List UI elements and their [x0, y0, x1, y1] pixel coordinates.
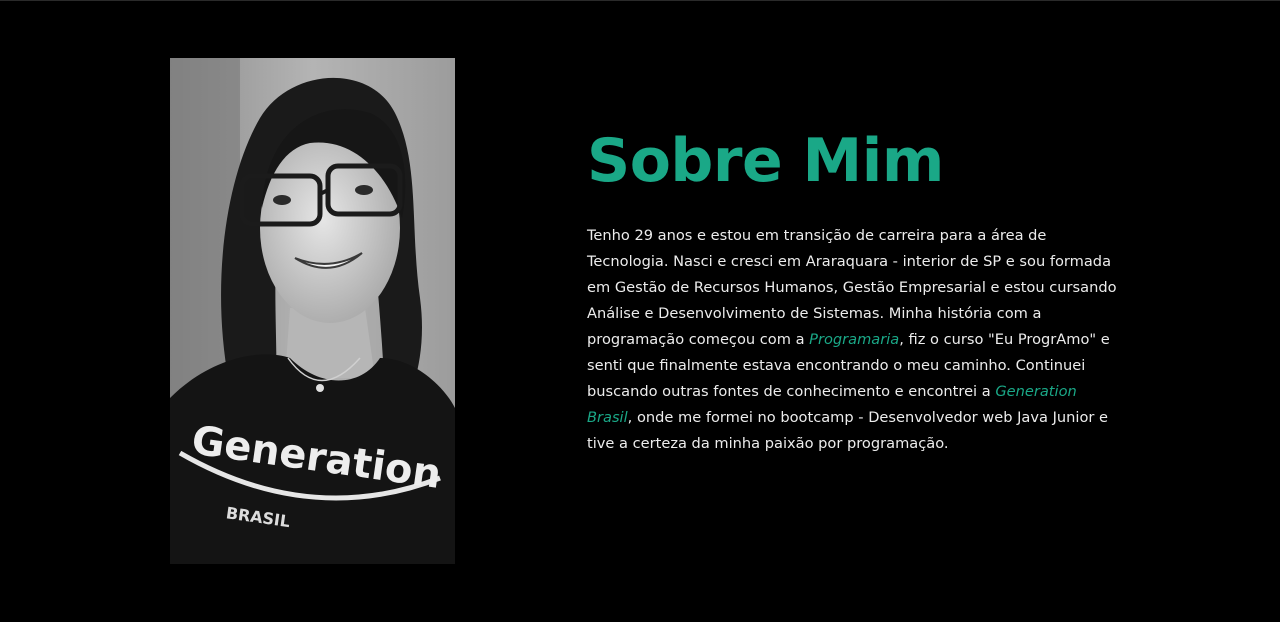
about-text-part: , onde me formei no bootcamp - Desenvolv…: [587, 409, 1108, 452]
about-section: Generation BRASIL Sobre Mim Tenho 29 ano…: [0, 0, 1280, 622]
about-content: Sobre Mim Tenho 29 anos e estou em trans…: [587, 121, 1117, 457]
about-paragraph: Tenho 29 anos e estou em transição de ca…: [587, 223, 1117, 457]
about-text-part: Tenho 29 anos e estou em transição de ca…: [587, 227, 1117, 348]
profile-photo: Generation BRASIL: [170, 58, 455, 564]
programaria-link[interactable]: Programaria: [809, 331, 899, 348]
about-title: Sobre Mim: [587, 126, 944, 196]
